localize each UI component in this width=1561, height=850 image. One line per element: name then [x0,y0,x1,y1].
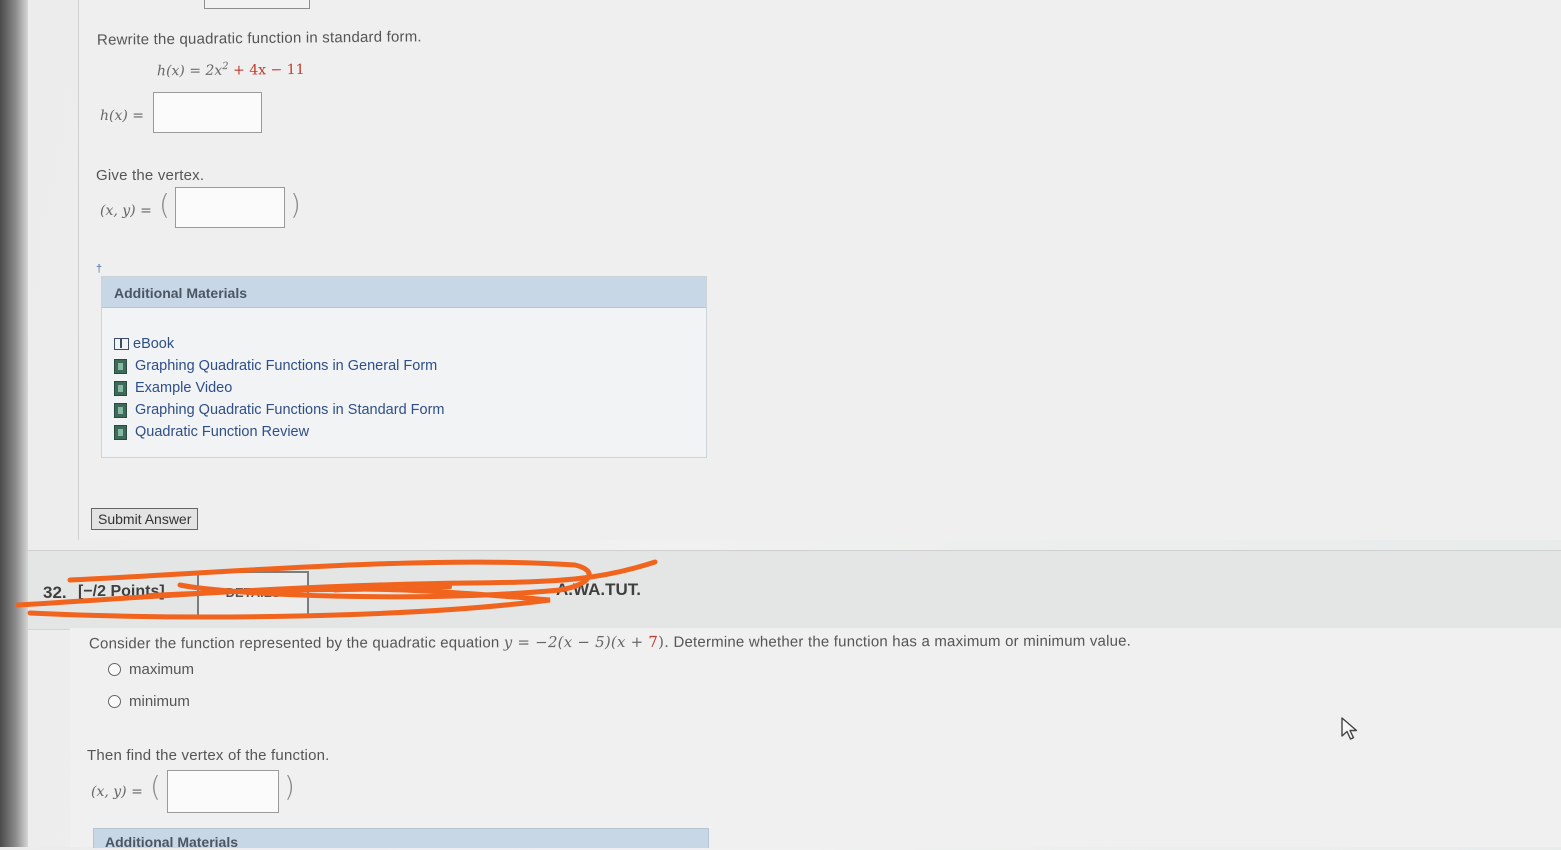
additional-materials-list: eBook Graphing Quadratic Functions in Ge… [102,308,706,443]
q32-vertex-open-paren: ( [150,770,161,803]
standard-form-prompt: Rewrite the quadratic function in standa… [96,28,422,49]
link-graphing-general-form[interactable]: Graphing Quadratic Functions in General … [114,355,706,377]
option-label: maximum [129,661,195,678]
video-icon [114,402,127,418]
vertex-close-paren: ) [290,188,301,221]
video-icon [114,380,127,396]
panel-border [78,0,79,540]
question-32-panel [70,628,1561,847]
q32-equation-main: y = −2(x − 5)(x + [503,632,649,652]
given-function-lhs: h(x) = 2x [156,62,223,80]
link-label[interactable]: Graphing Quadratic Functions in General … [135,358,437,374]
book-icon [114,338,129,350]
option-label: minimum [129,693,190,710]
additional-materials-header: Additional Materials [102,277,706,308]
q32-prompt-start: Consider the function represented by the… [88,634,504,653]
q32-equation: y = −2(x − 5)(x + 7). [504,633,669,651]
given-function: h(x) = 2x2 + 4x − 11 [157,60,305,79]
standard-form-answer-label: h(x) = [100,108,145,124]
link-graphing-standard-form[interactable]: Graphing Quadratic Functions in Standard… [114,399,706,421]
q32-vertex-close-paren: ) [284,770,295,803]
link-label[interactable]: eBook [133,336,174,352]
maximum-radio[interactable] [108,663,121,676]
orange-redaction-scribble [15,559,658,620]
dagger-mark: † [96,263,103,275]
link-quadratic-review[interactable]: Quadratic Function Review [114,421,706,443]
video-icon [114,358,127,374]
q32-vertex-input[interactable] [167,770,279,813]
vertex-input[interactable] [175,187,285,228]
link-label[interactable]: Graphing Quadratic Functions in Standard… [135,402,444,418]
video-icon [114,424,127,440]
link-ebook[interactable]: eBook [114,333,706,355]
submit-answer-button[interactable]: Submit Answer [91,508,199,530]
minimum-radio[interactable] [108,695,121,708]
standard-form-input[interactable] [153,92,262,133]
link-label[interactable]: Example Video [135,380,232,396]
top-answer-box-edge[interactable] [204,0,310,9]
additional-materials-title: Additional Materials [114,285,248,301]
q32-vertex-prompt: Then find the vertex of the function. [87,747,330,764]
screen-edge-shadow [0,0,28,847]
q32-prompt: Consider the function represented by the… [89,632,1131,653]
vertex-open-paren: ( [159,188,170,221]
given-function-mid: + 4x − [228,62,287,79]
option-minimum[interactable]: minimum [108,693,190,710]
q32-additional-materials-header: Additional Materials [93,828,709,850]
vertex-prompt: Give the vertex. [96,167,205,184]
link-example-video[interactable]: Example Video [114,377,706,399]
additional-materials-box: Additional Materials eBook Graphing Quad… [101,276,707,458]
q32-vertex-label: (x, y) = [91,784,143,800]
vertex-label: (x, y) = [100,203,152,219]
mouse-pointer-icon [1341,717,1358,740]
option-maximum[interactable]: maximum [108,661,194,678]
given-function-constant: 11 [286,61,305,79]
question-31-panel [78,0,1561,540]
q32-prompt-end: Determine whether the function has a max… [669,632,1132,651]
q32-equation-end: ). [658,632,670,651]
q32-equation-red: 7 [648,632,659,651]
link-label[interactable]: Quadratic Function Review [135,424,309,440]
